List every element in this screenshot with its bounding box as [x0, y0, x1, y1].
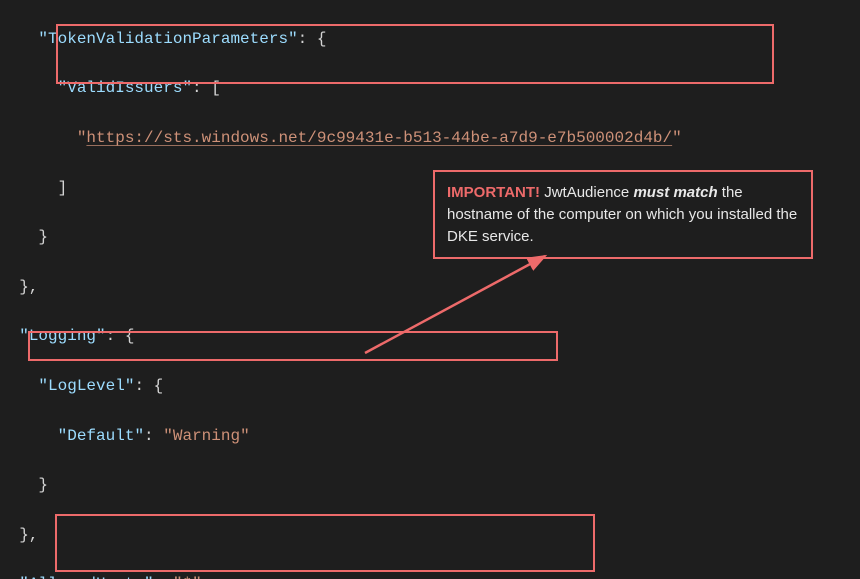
- code-line: },: [0, 523, 860, 548]
- callout-box: IMPORTANT! JwtAudience must match the ho…: [433, 170, 813, 259]
- code-line: "https://sts.windows.net/9c99431e-b513-4…: [0, 126, 860, 151]
- callout-important-label: IMPORTANT!: [447, 184, 540, 201]
- code-line: "LogLevel": {: [0, 374, 860, 399]
- code-line: },: [0, 275, 860, 300]
- code-line: "TokenValidationParameters": {: [0, 27, 860, 52]
- code-line: "ValidIssuers": [: [0, 76, 860, 101]
- callout-text: JwtAudience: [540, 184, 633, 201]
- code-line: }: [0, 473, 860, 498]
- callout-emphasis: must match: [633, 184, 717, 201]
- code-line: "Default": "Warning": [0, 424, 860, 449]
- code-line: "AllowedHosts": "*",: [0, 572, 860, 579]
- code-line: "Logging": {: [0, 324, 860, 349]
- code-editor[interactable]: "TokenValidationParameters": { "ValidIss…: [0, 0, 860, 579]
